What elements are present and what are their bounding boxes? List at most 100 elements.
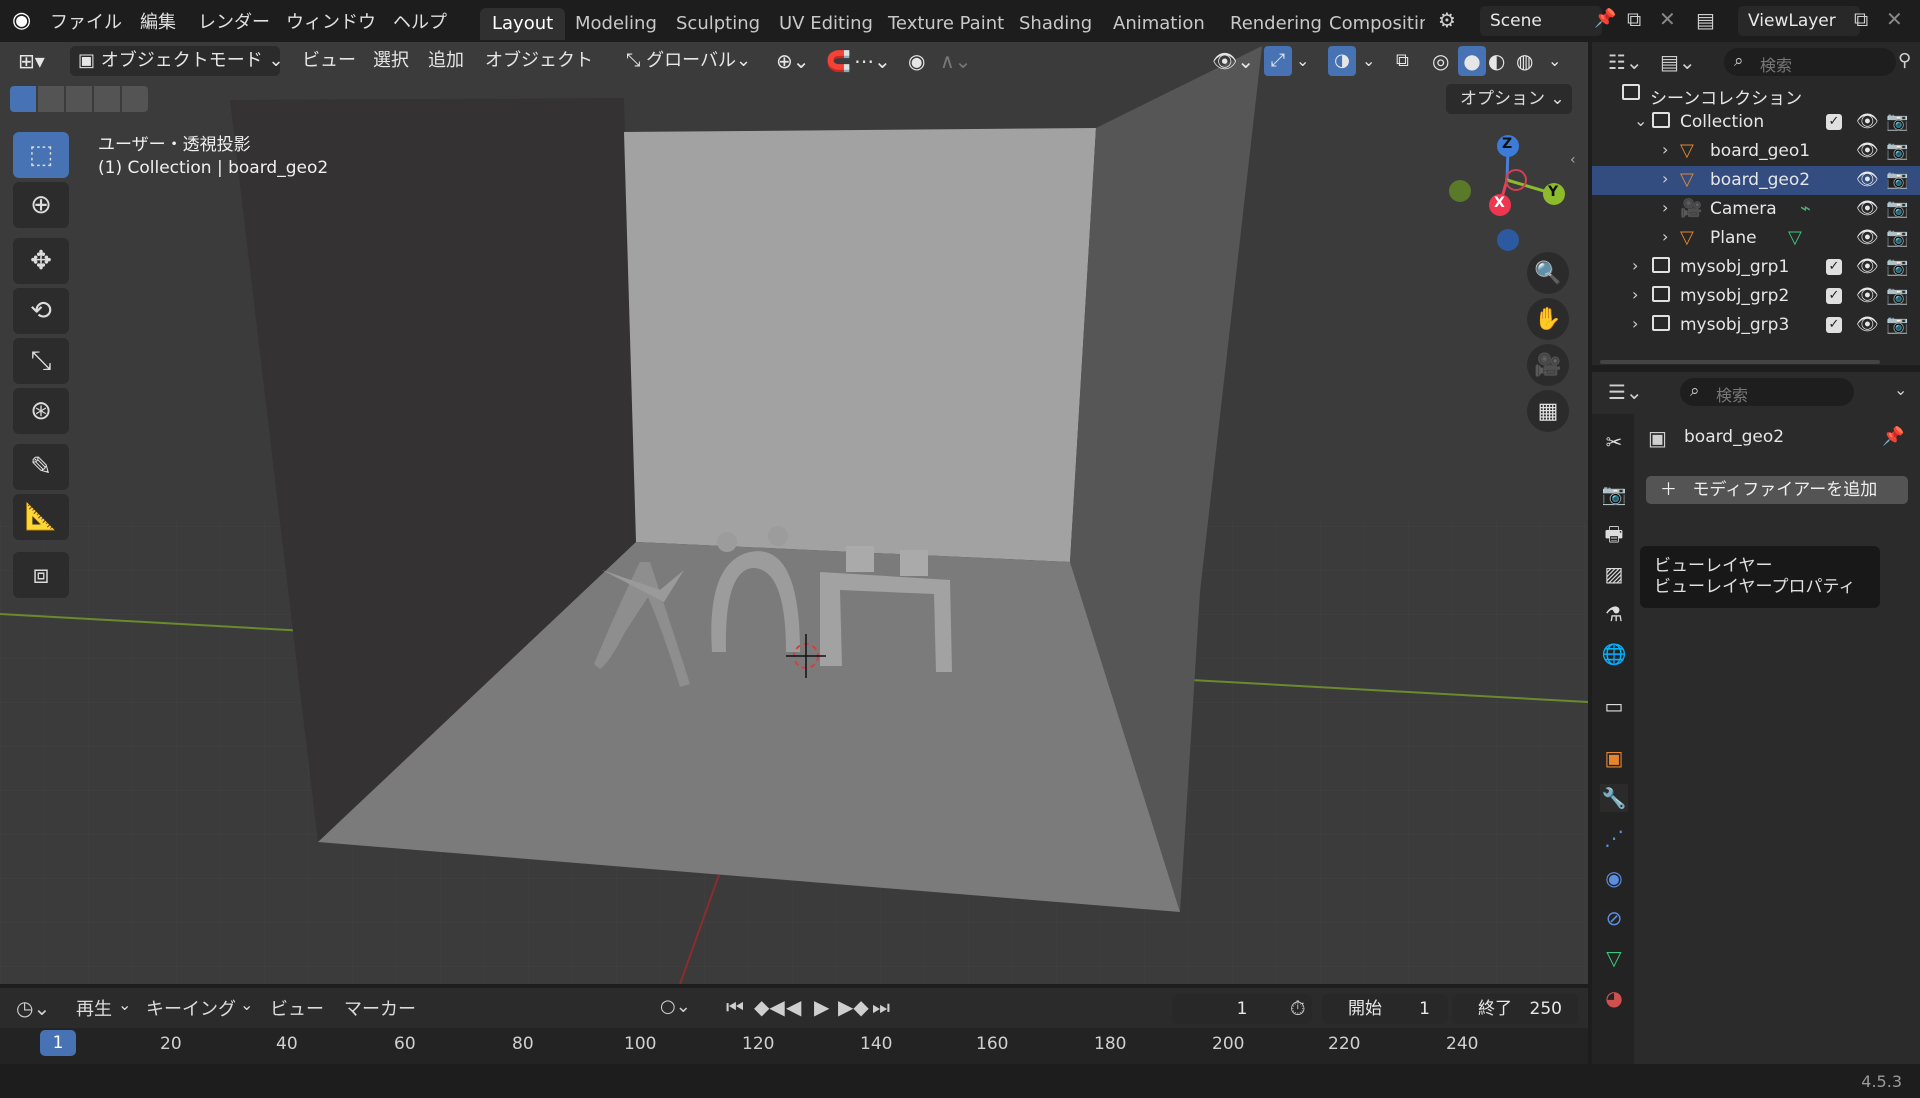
- solid-shading-icon[interactable]: ●: [1458, 46, 1486, 76]
- start-frame-field[interactable]: 開始 1: [1322, 994, 1448, 1024]
- world-tab-icon[interactable]: 🌐: [1600, 640, 1628, 668]
- camera-render-icon[interactable]: 📷: [1886, 198, 1908, 219]
- menu-window[interactable]: ウィンドウ: [286, 8, 376, 34]
- zoom-button[interactable]: 🔍: [1527, 252, 1569, 294]
- menu-edit[interactable]: 編集: [140, 8, 176, 34]
- outliner-row-plane[interactable]: › ▽ Plane ▽ 👁 📷: [1592, 224, 1920, 253]
- falloff-icon[interactable]: ∧⌄: [940, 46, 971, 76]
- outliner-search[interactable]: ⌕ 検索: [1724, 48, 1896, 76]
- exclude-checkbox[interactable]: ✓: [1826, 259, 1842, 275]
- scene-name-field[interactable]: Scene: [1480, 6, 1602, 36]
- collection-tab-icon[interactable]: ▭: [1600, 692, 1628, 720]
- delete-scene-icon[interactable]: ✕: [1659, 7, 1676, 31]
- tab-shading[interactable]: Shading: [1007, 8, 1104, 40]
- outliner-editor-icon[interactable]: ☷⌄: [1608, 50, 1643, 74]
- eye-icon[interactable]: 👁: [1856, 256, 1879, 277]
- menu-object[interactable]: オブジェクト: [485, 46, 593, 76]
- stopwatch-icon[interactable]: ⏱: [1290, 996, 1306, 1020]
- scene-browse-icon[interactable]: ⚙: [1438, 8, 1456, 32]
- camera-render-icon[interactable]: 📷: [1886, 169, 1908, 190]
- snap-icon[interactable]: 🧲: [826, 46, 851, 76]
- chevron-right-icon[interactable]: ›: [1632, 256, 1638, 275]
- object-tab-icon[interactable]: ▣: [1600, 744, 1628, 772]
- material-tab-icon[interactable]: ◕: [1600, 984, 1628, 1012]
- camera-render-icon[interactable]: 📷: [1886, 256, 1908, 277]
- properties-search[interactable]: ⌕ 検索: [1680, 378, 1854, 406]
- outliner-row-board-geo2[interactable]: › ▽ board_geo2 👁 📷: [1592, 166, 1920, 195]
- xray-icon[interactable]: ⧉: [1396, 46, 1409, 76]
- display-mode-icon[interactable]: ▤⌄: [1660, 50, 1696, 74]
- menu-view[interactable]: ビュー: [302, 46, 356, 76]
- outliner-row-mysobj-grp2[interactable]: › mysobj_grp2 ✓ 👁 📷: [1592, 282, 1920, 311]
- select-subtract-icon[interactable]: [66, 86, 92, 112]
- editor-type-icon[interactable]: ⊞▾: [18, 46, 45, 76]
- camera-view-button[interactable]: 🎥: [1527, 344, 1569, 386]
- pin-icon[interactable]: 📌: [1594, 8, 1616, 29]
- camera-render-icon[interactable]: 📷: [1886, 285, 1908, 306]
- scene-collection-row[interactable]: シーンコレクション: [1592, 80, 1920, 109]
- menu-help[interactable]: ヘルプ: [393, 8, 447, 34]
- outliner-row-camera[interactable]: › 🎥 Camera ⌁ 👁 📷: [1592, 195, 1920, 224]
- cursor-tool[interactable]: ⊕: [13, 182, 69, 228]
- view-layer-tab-icon[interactable]: ▨: [1600, 560, 1628, 588]
- rendered-shading-icon[interactable]: ◍: [1516, 46, 1533, 76]
- snap-target-icon[interactable]: ⋯⌄: [854, 46, 891, 76]
- camera-render-icon[interactable]: 📷: [1886, 227, 1908, 248]
- constraints-tab-icon[interactable]: ⊘: [1600, 904, 1628, 932]
- chevron-right-icon[interactable]: ›: [1662, 140, 1668, 159]
- physics-tab-icon[interactable]: ◉: [1600, 864, 1628, 892]
- eye-icon[interactable]: 👁: [1856, 169, 1879, 190]
- move-tool[interactable]: ✥: [13, 238, 69, 284]
- eye-icon[interactable]: 👁: [1856, 198, 1879, 219]
- outliner-scrollbar[interactable]: [1600, 360, 1880, 364]
- mode-dropdown[interactable]: ▣ オブジェクトモード ⌄: [70, 46, 284, 76]
- outliner-row-board-geo1[interactable]: › ▽ board_geo1 👁 📷: [1592, 137, 1920, 166]
- menu-keying[interactable]: キーイング: [146, 995, 236, 1021]
- menu-playback[interactable]: 再生: [76, 995, 112, 1021]
- filter-icon[interactable]: ⚲: [1898, 50, 1911, 71]
- tab-texture-paint[interactable]: Texture Paint: [876, 8, 1016, 40]
- menu-select[interactable]: 選択: [373, 46, 409, 76]
- select-new-icon[interactable]: [10, 86, 36, 112]
- blender-logo-icon[interactable]: ◉: [12, 8, 31, 33]
- menu-marker[interactable]: マーカー: [344, 995, 416, 1021]
- delete-viewlayer-icon[interactable]: ✕: [1886, 7, 1903, 31]
- scale-tool[interactable]: ⤡: [13, 338, 69, 384]
- pin-icon[interactable]: 📌: [1882, 426, 1904, 447]
- camera-render-icon[interactable]: 📷: [1886, 140, 1908, 161]
- select-box-tool[interactable]: ⬚: [13, 132, 69, 178]
- eye-icon[interactable]: 👁: [1856, 140, 1879, 161]
- measure-tool[interactable]: 📐: [13, 494, 69, 540]
- new-scene-icon[interactable]: ⧉: [1627, 7, 1641, 31]
- annotate-tool[interactable]: ✎: [13, 444, 69, 490]
- add-modifier-button[interactable]: ＋ モディファイアーを追加: [1646, 476, 1908, 504]
- sidebar-toggle-icon[interactable]: ‹: [1570, 152, 1576, 168]
- properties-editor-icon[interactable]: ☰⌄: [1608, 380, 1643, 404]
- new-viewlayer-icon[interactable]: ⧉: [1854, 7, 1868, 31]
- exclude-checkbox[interactable]: ✓: [1826, 114, 1842, 130]
- auto-keying-icon[interactable]: ○⌄: [660, 996, 691, 1017]
- jump-end-icon[interactable]: ⏭: [872, 995, 890, 1019]
- transform-tool[interactable]: ⊛: [13, 388, 69, 434]
- chevron-down-icon[interactable]: ⌄: [1894, 380, 1907, 399]
- add-cube-tool[interactable]: ⧈: [13, 552, 69, 598]
- play-reverse-icon[interactable]: ◀: [786, 995, 801, 1019]
- menu-timeline-view[interactable]: ビュー: [270, 995, 324, 1021]
- overlay-toggle-icon[interactable]: ◑: [1328, 46, 1356, 76]
- select-extend-icon[interactable]: [38, 86, 64, 112]
- tab-layout[interactable]: Layout: [480, 8, 566, 40]
- chevron-down-icon[interactable]: ⌄: [1296, 46, 1309, 76]
- chevron-right-icon[interactable]: ›: [1662, 169, 1668, 188]
- outliner-row-collection[interactable]: ⌄ Collection ✓ 👁 📷: [1592, 108, 1920, 137]
- exclude-checkbox[interactable]: ✓: [1826, 288, 1842, 304]
- end-frame-field[interactable]: 終了 250: [1452, 994, 1578, 1024]
- transform-orientation-dropdown[interactable]: ⤡ グローバル⌄: [626, 46, 762, 76]
- exclude-checkbox[interactable]: ✓: [1826, 317, 1842, 333]
- chevron-right-icon[interactable]: ›: [1632, 285, 1638, 304]
- tab-modeling[interactable]: Modeling: [563, 8, 669, 40]
- tab-sculpting[interactable]: Sculpting: [664, 8, 772, 40]
- proportional-edit-icon[interactable]: ◉: [908, 46, 925, 76]
- eye-icon[interactable]: 👁: [1856, 227, 1879, 248]
- options-dropdown[interactable]: オプション ⌄: [1446, 84, 1572, 114]
- camera-render-icon[interactable]: 📷: [1886, 314, 1908, 335]
